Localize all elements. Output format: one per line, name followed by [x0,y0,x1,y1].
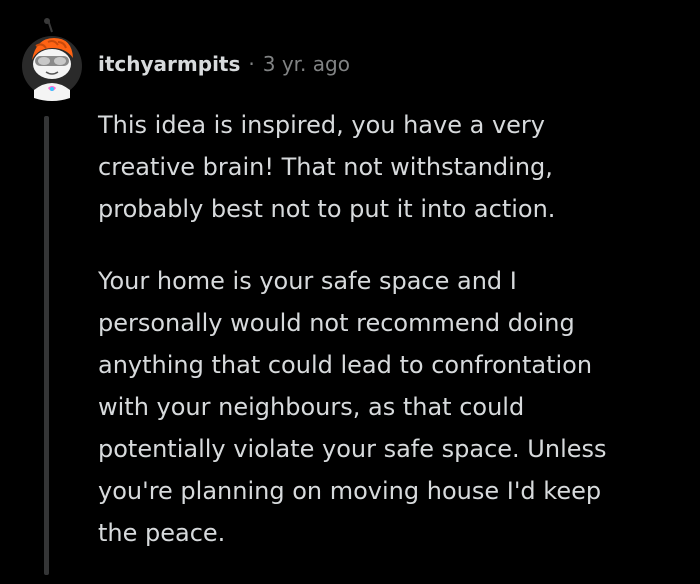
username-link[interactable]: itchyarmpits [98,52,240,76]
comment-paragraph: This idea is inspired, you have a very c… [98,111,556,223]
comment-header: itchyarmpits · 3 yr. ago [98,52,350,76]
comment-body: This idea is inspired, you have a very c… [98,104,688,584]
meta-separator: · [248,52,255,76]
timestamp-link[interactable]: 3 yr. ago [263,52,350,76]
comment-paragraph: Your home is your safe space and I perso… [98,267,607,547]
snoo-avatar-icon [22,18,82,101]
comment: itchyarmpits · 3 yr. ago This idea is in… [0,0,700,575]
user-avatar[interactable] [18,18,86,104]
thread-collapse-line[interactable] [44,116,49,575]
